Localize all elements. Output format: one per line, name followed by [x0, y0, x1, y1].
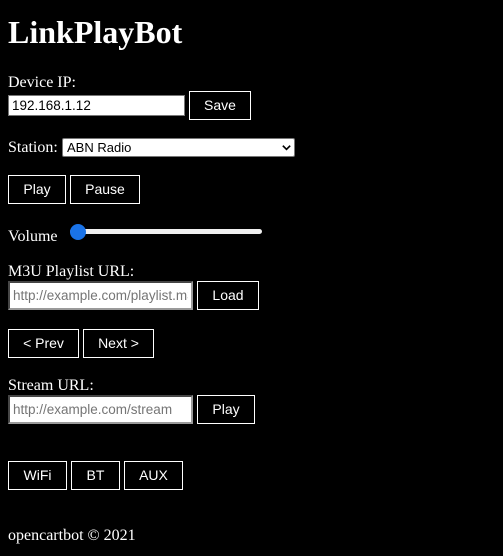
aux-button[interactable]: AUX: [124, 461, 183, 490]
station-selected-value: ABN Radio: [67, 140, 132, 155]
page-title: LinkPlayBot: [8, 14, 183, 50]
stream-play-button[interactable]: Play: [197, 395, 255, 424]
load-button[interactable]: Load: [197, 281, 259, 310]
playlist-url-input[interactable]: [8, 281, 193, 310]
next-button[interactable]: Next >: [83, 329, 154, 358]
station-select[interactable]: ABN Radio: [62, 138, 295, 157]
playlist-url-label: M3U Playlist URL:: [8, 263, 135, 280]
stream-url-input[interactable]: [8, 395, 193, 424]
volume-slider-thumb[interactable]: [70, 224, 86, 240]
play-button[interactable]: Play: [8, 175, 66, 204]
stream-url-label: Stream URL:: [8, 377, 94, 394]
bt-button[interactable]: BT: [71, 461, 120, 490]
wifi-button[interactable]: WiFi: [8, 461, 67, 490]
volume-slider-track[interactable]: [70, 229, 262, 234]
pause-button[interactable]: Pause: [70, 175, 140, 204]
prev-button[interactable]: < Prev: [8, 329, 79, 358]
device-ip-input[interactable]: [8, 95, 185, 116]
device-ip-label: Device IP:: [8, 74, 76, 91]
footer-text: opencartbot © 2021: [8, 527, 136, 544]
volume-label: Volume: [8, 228, 58, 245]
save-button[interactable]: Save: [189, 91, 251, 120]
chevron-down-icon: [282, 145, 291, 151]
station-label: Station:: [8, 139, 58, 156]
